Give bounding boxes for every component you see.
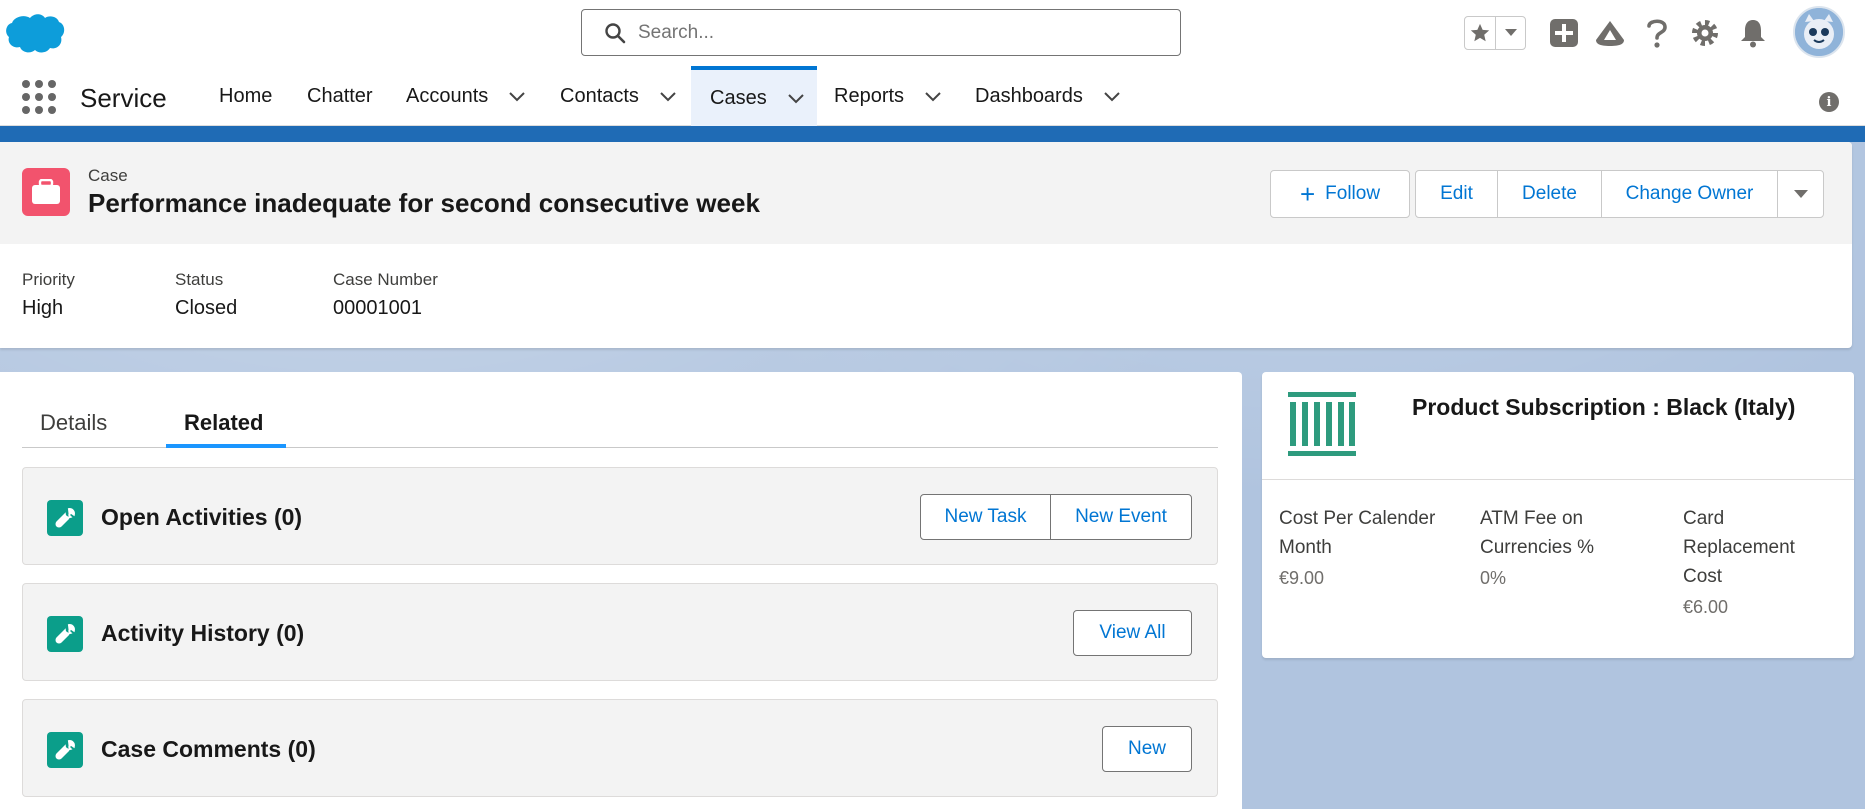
chevron-down-icon[interactable] <box>1103 87 1121 105</box>
app-name: Service <box>80 83 167 113</box>
nav-item-label: Dashboards <box>975 84 1083 107</box>
new-event-button[interactable]: New Event <box>1050 494 1192 540</box>
nav-item-label: Reports <box>834 84 905 107</box>
chevron-down-icon[interactable] <box>508 87 526 105</box>
caret-down-icon <box>1793 190 1808 198</box>
salesforce-logo-icon[interactable] <box>4 12 66 54</box>
caret-down-icon <box>1504 29 1517 36</box>
edit-button[interactable]: Edit <box>1415 170 1498 218</box>
related-list-title[interactable]: Case Comments (0) <box>101 736 316 763</box>
nav-item-home[interactable]: Home <box>219 66 272 126</box>
nav-item-chatter[interactable]: Chatter <box>307 66 373 126</box>
case-number-value: 00001001 <box>333 297 422 319</box>
tab-related[interactable]: Related <box>184 410 263 436</box>
help-button[interactable] <box>1640 16 1674 50</box>
favorites-list-button[interactable] <box>1495 17 1525 49</box>
app-navigation-bar: Service Home Chatter Accounts Contacts C… <box>0 66 1865 126</box>
star-icon <box>1470 23 1490 42</box>
active-tab-indicator <box>166 444 286 448</box>
record-highlights-panel: Case Performance inadequate for second c… <box>0 142 1852 348</box>
chevron-down-icon[interactable] <box>787 89 805 107</box>
search-placeholder: Search... <box>638 22 715 43</box>
subscription-title[interactable]: Product Subscription : Black (Italy) <box>1412 392 1812 422</box>
wrench-icon <box>55 624 75 644</box>
subscription-barcode-icon <box>1288 392 1356 456</box>
setup-button[interactable] <box>1688 16 1722 50</box>
new-task-button[interactable]: New Task <box>920 494 1051 540</box>
trailhead-icon <box>1596 21 1624 46</box>
nav-item-reports[interactable]: Reports <box>834 66 942 126</box>
related-list-icon <box>47 500 83 536</box>
chevron-down-icon[interactable] <box>924 87 942 105</box>
related-list-activity-history: Activity History (0) View All <box>22 583 1218 681</box>
app-launcher-icon[interactable] <box>22 80 56 114</box>
global-header: Search... <box>0 0 1865 66</box>
help-icon <box>1647 19 1667 48</box>
view-all-button[interactable]: View All <box>1073 610 1192 656</box>
priority-value: High <box>22 297 64 319</box>
delete-button[interactable]: Delete <box>1497 170 1602 218</box>
favorites-control <box>1464 16 1526 50</box>
follow-label: Follow <box>1325 183 1381 204</box>
info-icon[interactable]: i <box>1819 92 1839 112</box>
status-label: Status <box>175 270 224 289</box>
nav-item-accounts[interactable]: Accounts <box>406 66 526 126</box>
more-actions-button[interactable] <box>1777 170 1824 218</box>
related-list-case-comments: Case Comments (0) New <box>22 699 1218 797</box>
gear-icon <box>1692 20 1718 46</box>
related-list-title[interactable]: Open Activities (0) <box>101 504 302 531</box>
global-actions-button[interactable] <box>1547 16 1581 50</box>
new-comment-button[interactable]: New <box>1102 726 1192 772</box>
atm-fee-value: 0% <box>1480 568 1507 588</box>
nav-item-label: Contacts <box>560 84 639 107</box>
priority-label: Priority <box>22 270 75 289</box>
briefcase-icon <box>32 179 60 204</box>
bell-icon <box>1741 20 1765 48</box>
nav-item-label: Cases <box>710 86 767 109</box>
related-list-open-activities: Open Activities (0) New Task New Event <box>22 467 1218 565</box>
case-icon <box>22 168 70 216</box>
record-tabs-card: Details Related Open Activities (0) New … <box>0 372 1242 809</box>
wrench-icon <box>55 740 75 760</box>
card-replacement-cost-label: Card Replacement Cost <box>1683 508 1795 587</box>
nav-item-dashboards[interactable]: Dashboards <box>975 66 1121 126</box>
user-avatar[interactable] <box>1793 6 1845 58</box>
change-owner-button[interactable]: Change Owner <box>1601 170 1778 218</box>
search-icon <box>605 23 626 44</box>
card-replacement-cost-value: €6.00 <box>1683 597 1729 617</box>
nav-item-label: Chatter <box>307 84 373 107</box>
wrench-icon <box>55 508 75 528</box>
product-subscription-card: Product Subscription : Black (Italy) Cos… <box>1262 372 1854 658</box>
related-list-icon <box>47 732 83 768</box>
card-divider <box>1262 479 1854 480</box>
related-list-title[interactable]: Activity History (0) <box>101 620 304 647</box>
follow-button[interactable]: + Follow <box>1270 170 1410 218</box>
plus-icon: + <box>1299 178 1316 209</box>
favorites-button[interactable] <box>1465 17 1495 49</box>
nav-item-cases[interactable]: Cases <box>691 66 817 126</box>
add-icon <box>1550 19 1578 47</box>
status-value: Closed <box>175 297 238 319</box>
related-list-icon <box>47 616 83 652</box>
trailhead-button[interactable] <box>1593 16 1627 50</box>
astro-avatar-icon <box>1795 8 1843 56</box>
entity-label: Case <box>88 166 128 185</box>
brand-strip <box>0 126 1865 142</box>
tab-details[interactable]: Details <box>40 410 107 436</box>
case-number-label: Case Number <box>333 270 438 289</box>
nav-item-label: Home <box>219 84 273 107</box>
chevron-down-icon[interactable] <box>659 87 677 105</box>
nav-item-contacts[interactable]: Contacts <box>560 66 677 126</box>
nav-item-label: Accounts <box>406 84 489 107</box>
atm-fee-label: ATM Fee on Currencies % <box>1480 508 1595 558</box>
cost-per-month-label: Cost Per Calender Month <box>1279 508 1436 558</box>
cost-per-month-value: €9.00 <box>1279 568 1325 588</box>
notifications-button[interactable] <box>1736 16 1770 50</box>
global-search-input[interactable]: Search... <box>581 9 1181 56</box>
record-title: Performance inadequate for second consec… <box>88 188 760 218</box>
